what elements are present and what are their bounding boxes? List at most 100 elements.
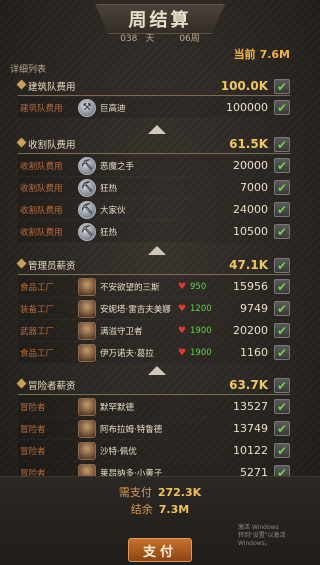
current-value: 7.6M: [259, 48, 290, 61]
title-banner: 周结算: [95, 4, 225, 34]
row-checkbox[interactable]: ✔: [274, 323, 290, 338]
row-checkbox[interactable]: ✔: [274, 399, 290, 414]
row-category: 食品工厂: [20, 348, 55, 359]
total-pay-value: 272.3K: [157, 486, 202, 499]
shovel-icon: ⛏: [78, 156, 96, 175]
character-portrait: [78, 321, 96, 340]
pay-button[interactable]: 支付: [128, 538, 192, 562]
collapse-arrow-icon[interactable]: [148, 125, 166, 134]
row-name: 沙特·佩优: [100, 446, 137, 457]
row-checkbox[interactable]: ✔: [274, 180, 290, 195]
total-pay-label: 需支付: [118, 486, 152, 499]
row-checkbox[interactable]: ✔: [274, 202, 290, 217]
section-title: 建筑队费用: [18, 79, 76, 93]
row-category: 收割队费用: [20, 183, 63, 194]
expense-row: 冒险者 沙特·佩优 10122 ✔: [18, 440, 290, 461]
current-label: 当前: [233, 48, 256, 61]
check-icon: ✔: [276, 378, 288, 393]
section-header: 建筑队费用 100.0K ✔: [18, 76, 290, 96]
row-name: 狂热: [100, 227, 118, 238]
section-harvest: 收割队费用 61.5K ✔ 收割队费用 ⛏ 恶魔之手 20000 ✔ 收割队费用…: [18, 134, 290, 242]
row-category: 装备工厂: [20, 304, 55, 315]
section-amount: 47.1K: [229, 258, 268, 272]
section-title: 收割队费用: [18, 137, 76, 151]
watermark-line2: 转到"设置"以激活 Windows。: [238, 531, 286, 547]
check-icon: ✔: [276, 258, 288, 273]
row-category: 冒险者: [20, 446, 46, 457]
section-adventurer-salary: 冒险者薪资 63.7K ✔ 冒险者 默罕默德 13527 ✔ 冒险者 阿布拉姆·…: [18, 375, 290, 483]
check-icon: ✔: [276, 443, 288, 458]
section-header: 冒险者薪资 63.7K ✔: [18, 375, 290, 395]
row-value: 100000: [226, 101, 268, 114]
check-icon: ✔: [276, 399, 288, 414]
check-icon: ✔: [276, 202, 288, 217]
expense-row: 建筑队费用 ⚒ 巨高迪 100000 ✔: [18, 97, 290, 118]
character-portrait: [78, 419, 96, 438]
section-amount: 100.0K: [220, 79, 268, 93]
shovel-icon: ⛏: [78, 200, 96, 219]
current-funds: 当前 7.6M: [234, 46, 290, 62]
row-value: 9749: [240, 302, 268, 315]
row-name: 恶魔之手: [100, 161, 135, 172]
row-category: 武器工厂: [20, 326, 55, 337]
row-category: 收割队费用: [20, 161, 63, 172]
week-number: 06周: [179, 34, 200, 44]
expense-row: 冒险者 默罕默德 13527 ✔: [18, 396, 290, 417]
balance-value: 7.3M: [158, 503, 190, 516]
check-icon: ✔: [276, 100, 288, 115]
row-checkbox[interactable]: ✔: [274, 100, 290, 115]
page-title: 周结算: [128, 10, 192, 31]
expense-row: 装备工厂 安妮塔·雷吉夫美娜 ♥ 1200 9749 ✔: [18, 298, 290, 319]
row-name: 伊万诺夫·葛拉: [100, 348, 154, 359]
row-name: 满溢守卫者: [100, 326, 143, 337]
row-checkbox[interactable]: ✔: [274, 301, 290, 316]
heart-icon: ♥: [178, 347, 187, 358]
section-checkbox[interactable]: ✔: [274, 79, 290, 94]
check-icon: ✔: [276, 345, 288, 360]
row-name: 狂热: [100, 183, 118, 194]
row-category: 冒险者: [20, 402, 46, 413]
section-header: 管理员薪资 47.1K ✔: [18, 255, 290, 275]
section-manager-salary: 管理员薪资 47.1K ✔ 食品工厂 不安欲望的三斯 ♥ 950 15956 ✔…: [18, 255, 290, 363]
day-unit: 天: [145, 34, 155, 44]
collapse-arrow-icon[interactable]: [148, 366, 166, 375]
shovel-icon: ⛏: [78, 178, 96, 197]
row-value: 15956: [233, 280, 268, 293]
row-checkbox[interactable]: ✔: [274, 345, 290, 360]
row-checkbox[interactable]: ✔: [274, 443, 290, 458]
check-icon: ✔: [276, 224, 288, 239]
expense-row: 武器工厂 满溢守卫者 ♥ 1900 20200 ✔: [18, 320, 290, 341]
check-icon: ✔: [276, 421, 288, 436]
expense-row: 收割队费用 ⛏ 大家伙 24000 ✔: [18, 199, 290, 220]
check-icon: ✔: [276, 137, 288, 152]
check-icon: ✔: [276, 279, 288, 294]
shovel-icon: ⛏: [78, 222, 96, 241]
expense-row: 收割队费用 ⛏ 恶魔之手 20000 ✔: [18, 155, 290, 176]
row-name: 默罕默德: [100, 402, 135, 413]
total-pay: 需支付 272.3K: [0, 484, 320, 500]
section-checkbox[interactable]: ✔: [274, 378, 290, 393]
collapse-arrow-icon[interactable]: [148, 246, 166, 255]
section-checkbox[interactable]: ✔: [274, 137, 290, 152]
character-portrait: [78, 397, 96, 416]
row-name: 大家伙: [100, 205, 126, 216]
watermark-line1: 激活 Windows: [238, 524, 279, 531]
row-checkbox[interactable]: ✔: [274, 421, 290, 436]
section-title: 管理员薪资: [18, 258, 76, 272]
expense-row: 食品工厂 不安欲望的三斯 ♥ 950 15956 ✔: [18, 276, 290, 297]
heart-icon: ♥: [178, 325, 187, 336]
check-icon: ✔: [276, 180, 288, 195]
row-category: 食品工厂: [20, 282, 55, 293]
check-icon: ✔: [276, 301, 288, 316]
row-checkbox[interactable]: ✔: [274, 224, 290, 239]
day-number: 038: [120, 34, 138, 44]
section-checkbox[interactable]: ✔: [274, 258, 290, 273]
row-checkbox[interactable]: ✔: [274, 158, 290, 173]
character-portrait: [78, 277, 96, 296]
section-amount: 61.5K: [229, 137, 268, 151]
heart-icon: ♥: [178, 281, 187, 292]
row-checkbox[interactable]: ✔: [274, 279, 290, 294]
expense-row: 收割队费用 ⛏ 狂热 7000 ✔: [18, 177, 290, 198]
row-value: 1160: [240, 346, 268, 359]
row-value: 20200: [233, 324, 268, 337]
